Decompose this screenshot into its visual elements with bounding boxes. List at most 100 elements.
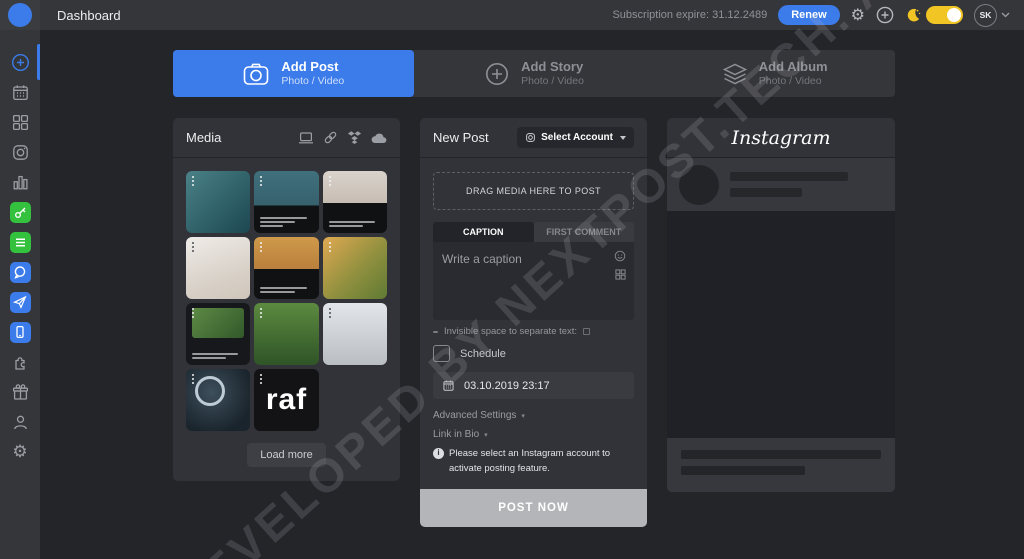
sidebar-item-users[interactable] — [0, 407, 40, 437]
user-icon — [11, 413, 30, 432]
sidebar-item-add-post[interactable] — [0, 47, 40, 77]
avatar-placeholder — [679, 165, 719, 205]
list-icon — [14, 236, 27, 249]
media-thumbnail[interactable] — [186, 237, 250, 299]
cloud-icon[interactable] — [371, 132, 387, 144]
thumbnail-caption-lines — [260, 215, 310, 227]
post-image-placeholder — [667, 211, 895, 438]
media-thumbnail[interactable] — [323, 171, 387, 233]
media-grid: raf — [173, 158, 400, 431]
laptop-icon[interactable] — [298, 131, 314, 145]
thumbnail-menu-icon[interactable] — [192, 308, 194, 318]
thumbnail-text: raf — [254, 369, 318, 431]
template-grid-icon[interactable] — [615, 269, 626, 280]
media-thumbnail[interactable] — [323, 303, 387, 365]
advanced-settings-label: Advanced Settings — [433, 410, 516, 421]
thumbnail-menu-icon[interactable] — [192, 176, 194, 186]
tab-label: Add Story — [521, 59, 584, 75]
sidebar-item-statistics[interactable] — [0, 167, 40, 197]
media-thumbnail[interactable] — [323, 237, 387, 299]
post-now-button[interactable]: POST NOW — [420, 489, 647, 527]
first-comment-tab[interactable]: FIRST COMMENT — [534, 222, 635, 242]
thumbnail-menu-icon[interactable] — [192, 242, 194, 252]
location-placeholder — [730, 188, 802, 197]
sidebar-item-settings[interactable]: ⚙ — [0, 437, 40, 467]
gear-icon: ⚙ — [12, 444, 27, 461]
thumbnail-menu-icon[interactable] — [260, 308, 262, 318]
thumbnail-menu-icon[interactable] — [260, 176, 262, 186]
sidebar-item-tools[interactable] — [0, 197, 40, 227]
thumbnail-menu-icon[interactable] — [329, 176, 331, 186]
media-thumbnail[interactable] — [254, 237, 318, 299]
link-in-bio-label: Link in Bio — [433, 429, 479, 440]
caption-placeholder-line — [681, 466, 805, 475]
sidebar-item-apps[interactable] — [0, 107, 40, 137]
invisible-space-row[interactable]: Invisible space to separate text: — [433, 326, 634, 337]
avatar: SK — [974, 4, 997, 27]
notice-text: Please select an Instagram account to ac… — [449, 447, 634, 476]
select-account-label: Select Account — [541, 132, 613, 143]
chevron-down-icon — [1001, 12, 1010, 18]
tab-label: Add Post — [281, 59, 344, 75]
invisible-space-label: Invisible space to separate text: — [444, 326, 577, 337]
select-account-button[interactable]: Select Account — [517, 127, 634, 148]
media-thumbnail[interactable] — [254, 171, 318, 233]
topbar: Dashboard Subscription expire: 31.12.248… — [0, 0, 1024, 30]
thumbnail-menu-icon[interactable] — [329, 242, 331, 252]
tab-sublabel: Photo / Video — [521, 75, 584, 88]
media-thumbnail[interactable]: raf — [254, 369, 318, 431]
thumbnail-menu-icon[interactable] — [260, 374, 262, 384]
media-thumbnail[interactable] — [254, 303, 318, 365]
sidebar-item-calendar[interactable] — [0, 77, 40, 107]
media-thumbnail[interactable] — [186, 369, 250, 431]
plus-circle-icon[interactable] — [876, 6, 894, 24]
dropbox-icon[interactable] — [347, 130, 362, 145]
load-more-button[interactable]: Load more — [247, 443, 326, 467]
thumbnail-menu-icon[interactable] — [329, 308, 331, 318]
thumbnail-caption-lines — [329, 219, 379, 227]
schedule-checkbox[interactable] — [433, 345, 450, 362]
sidebar-item-rewards[interactable] — [0, 377, 40, 407]
link-in-bio-toggle[interactable]: Link in Bio ▾ — [433, 429, 634, 440]
emoji-icon[interactable] — [614, 250, 626, 262]
caption-input[interactable]: Write a caption — [433, 242, 634, 320]
link-icon[interactable] — [323, 130, 338, 145]
sidebar-item-chat[interactable] — [0, 257, 40, 287]
drag-media-dropzone[interactable]: DRAG MEDIA HERE TO POST — [433, 172, 634, 210]
user-menu[interactable]: SK — [974, 4, 1010, 27]
datetime-input[interactable]: 03.10.2019 23:17 — [433, 372, 634, 399]
instagram-icon — [525, 132, 536, 143]
advanced-settings-toggle[interactable]: Advanced Settings ▾ — [433, 410, 634, 421]
subscription-expiry-text: Subscription expire: 31.12.2489 — [612, 9, 767, 21]
tab-sublabel: Photo / Video — [759, 75, 828, 88]
tab-add-album[interactable]: Add Album Photo / Video — [654, 50, 895, 97]
sidebar: ⚙ — [0, 30, 40, 559]
sidebar-item-addons[interactable] — [0, 347, 40, 377]
smartphone-icon — [13, 325, 27, 339]
info-icon: i — [433, 448, 444, 459]
active-indicator — [37, 44, 40, 80]
renew-button[interactable]: Renew — [778, 5, 839, 25]
account-notice: i Please select an Instagram account to … — [433, 447, 634, 476]
new-post-panel: New Post Select Account DRAG MEDIA HERE … — [420, 118, 647, 527]
thumbnail-caption-lines — [192, 351, 242, 359]
thumbnail-menu-icon[interactable] — [192, 374, 194, 384]
key-icon — [14, 206, 27, 219]
tab-add-post[interactable]: Add Post Photo / Video — [173, 50, 414, 97]
sidebar-item-instagram[interactable] — [0, 137, 40, 167]
caption-tab[interactable]: CAPTION — [433, 222, 534, 242]
dark-mode-toggle[interactable] — [926, 6, 963, 24]
media-thumbnail[interactable] — [186, 303, 250, 365]
media-panel-title: Media — [186, 130, 221, 145]
camera-icon — [242, 61, 270, 87]
gear-icon[interactable]: ⚙ — [851, 7, 865, 23]
sidebar-item-telegram[interactable] — [0, 287, 40, 317]
sidebar-item-lists[interactable] — [0, 227, 40, 257]
calendar-icon — [11, 83, 30, 102]
dash-icon — [433, 331, 438, 333]
sidebar-item-mobile[interactable] — [0, 317, 40, 347]
app-logo[interactable] — [0, 0, 40, 30]
media-thumbnail[interactable] — [186, 171, 250, 233]
tab-add-story[interactable]: Add Story Photo / Video — [414, 50, 655, 97]
thumbnail-menu-icon[interactable] — [260, 242, 262, 252]
